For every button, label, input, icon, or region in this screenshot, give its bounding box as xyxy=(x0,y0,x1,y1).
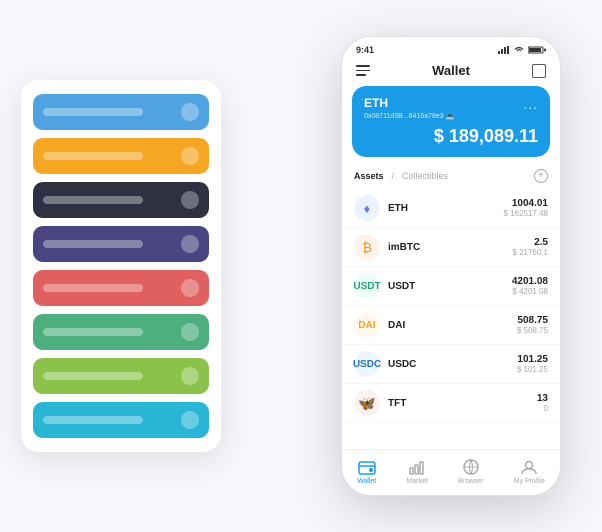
card-label xyxy=(43,284,143,292)
table-row[interactable]: DAI DAI 508.75 $ 508.75 xyxy=(342,306,560,345)
eth-card-info: ETH 0x08711d3B...8416a78e3 💻 xyxy=(364,96,454,120)
asset-values-usdc: 101.25 $ 101.25 xyxy=(517,354,548,374)
assets-divider: / xyxy=(392,171,395,181)
eth-card-menu[interactable]: ... xyxy=(523,96,538,112)
card-icon xyxy=(181,411,199,429)
card-label xyxy=(43,240,143,248)
table-row[interactable]: 🦋 TFT 13 0 xyxy=(342,384,560,423)
market-nav-icon xyxy=(408,458,426,476)
asset-name-tft: TFT xyxy=(388,398,537,409)
list-item[interactable] xyxy=(33,138,209,174)
profile-nav-icon xyxy=(520,458,538,476)
nav-browser-label: Browser xyxy=(458,478,484,485)
nav-profile[interactable]: My Profile xyxy=(514,458,545,485)
card-label xyxy=(43,196,143,204)
nav-wallet[interactable]: Wallet xyxy=(357,458,376,485)
asset-name-imbtc: imBTC xyxy=(388,242,512,253)
card-icon xyxy=(181,235,199,253)
table-row[interactable]: ♦ ETH 1004.01 $ 162517.48 xyxy=(342,189,560,228)
add-asset-button[interactable]: + xyxy=(534,169,548,183)
card-label xyxy=(43,416,143,424)
eth-address: 0x08711d3B...8416a78e3 💻 xyxy=(364,112,454,120)
asset-name-eth: ETH xyxy=(388,203,504,214)
list-item[interactable] xyxy=(33,226,209,262)
phone: 9:41 xyxy=(341,36,561,496)
card-icon xyxy=(181,279,199,297)
asset-name-usdc: USDC xyxy=(388,359,517,370)
imbtc-icon: ₿ xyxy=(354,234,380,260)
hamburger-icon[interactable] xyxy=(356,65,370,76)
table-row[interactable]: ₿ imBTC 2.5 $ 21760.1 xyxy=(342,228,560,267)
card-icon xyxy=(181,191,199,209)
list-item[interactable] xyxy=(33,94,209,130)
asset-values-dai: 508.75 $ 508.75 xyxy=(517,315,548,335)
list-item[interactable] xyxy=(33,314,209,350)
card-label xyxy=(43,108,143,116)
card-icon xyxy=(181,323,199,341)
status-icons xyxy=(498,46,546,54)
asset-values-imbtc: 2.5 $ 21760.1 xyxy=(512,237,548,257)
hamburger-line xyxy=(356,74,366,76)
nav-browser[interactable]: Browser xyxy=(458,458,484,485)
nav-wallet-label: Wallet xyxy=(357,478,376,485)
asset-name-dai: DAI xyxy=(388,320,517,331)
assets-header: Assets / Collectibles + xyxy=(342,165,560,189)
wifi-icon xyxy=(513,46,525,54)
phone-header: Wallet xyxy=(342,59,560,86)
asset-list: ♦ ETH 1004.01 $ 162517.48 ₿ imBTC 2.5 $ … xyxy=(342,189,560,449)
card-icon xyxy=(181,367,199,385)
eth-card-top: ETH 0x08711d3B...8416a78e3 💻 ... xyxy=(364,96,538,120)
page-title: Wallet xyxy=(432,63,470,78)
list-item[interactable] xyxy=(33,402,209,438)
card-label xyxy=(43,328,143,336)
asset-values-eth: 1004.01 $ 162517.48 xyxy=(504,198,549,218)
eth-symbol: ETH xyxy=(364,96,454,110)
hamburger-line xyxy=(356,70,370,72)
tft-icon: 🦋 xyxy=(354,390,380,416)
eth-card[interactable]: ETH 0x08711d3B...8416a78e3 💻 ... $ 189,0… xyxy=(352,86,550,157)
card-icon xyxy=(181,147,199,165)
table-row[interactable]: USDT USDT 4201.08 $ 4201.08 xyxy=(342,267,560,306)
asset-name-usdt: USDT xyxy=(388,281,512,292)
status-bar: 9:41 xyxy=(342,37,560,59)
usdt-icon: USDT xyxy=(354,273,380,299)
card-label xyxy=(43,372,143,380)
eth-icon: ♦ xyxy=(354,195,380,221)
signal-icon xyxy=(498,46,510,54)
card-icon xyxy=(181,103,199,121)
browser-nav-icon xyxy=(462,458,480,476)
eth-balance: $ 189,089.11 xyxy=(364,126,538,147)
hamburger-line xyxy=(356,65,370,67)
tab-assets[interactable]: Assets xyxy=(354,171,384,181)
status-time: 9:41 xyxy=(356,45,374,55)
list-item[interactable] xyxy=(33,182,209,218)
assets-tabs: Assets / Collectibles xyxy=(354,171,448,181)
list-item[interactable] xyxy=(33,358,209,394)
bottom-nav: Wallet Market xyxy=(342,449,560,495)
nav-profile-label: My Profile xyxy=(514,478,545,485)
battery-icon xyxy=(528,46,546,54)
scene: 9:41 xyxy=(11,11,591,521)
asset-values-usdt: 4201.08 $ 4201.08 xyxy=(512,276,548,296)
nav-market[interactable]: Market xyxy=(406,458,427,485)
nav-market-label: Market xyxy=(406,478,427,485)
left-panel xyxy=(21,80,221,452)
dai-icon: DAI xyxy=(354,312,380,338)
asset-values-tft: 13 0 xyxy=(537,393,548,413)
wallet-nav-icon xyxy=(358,458,376,476)
card-label xyxy=(43,152,143,160)
usdc-icon: USDC xyxy=(354,351,380,377)
expand-icon[interactable] xyxy=(532,64,546,78)
tab-collectibles[interactable]: Collectibles xyxy=(402,171,448,181)
table-row[interactable]: USDC USDC 101.25 $ 101.25 xyxy=(342,345,560,384)
list-item[interactable] xyxy=(33,270,209,306)
